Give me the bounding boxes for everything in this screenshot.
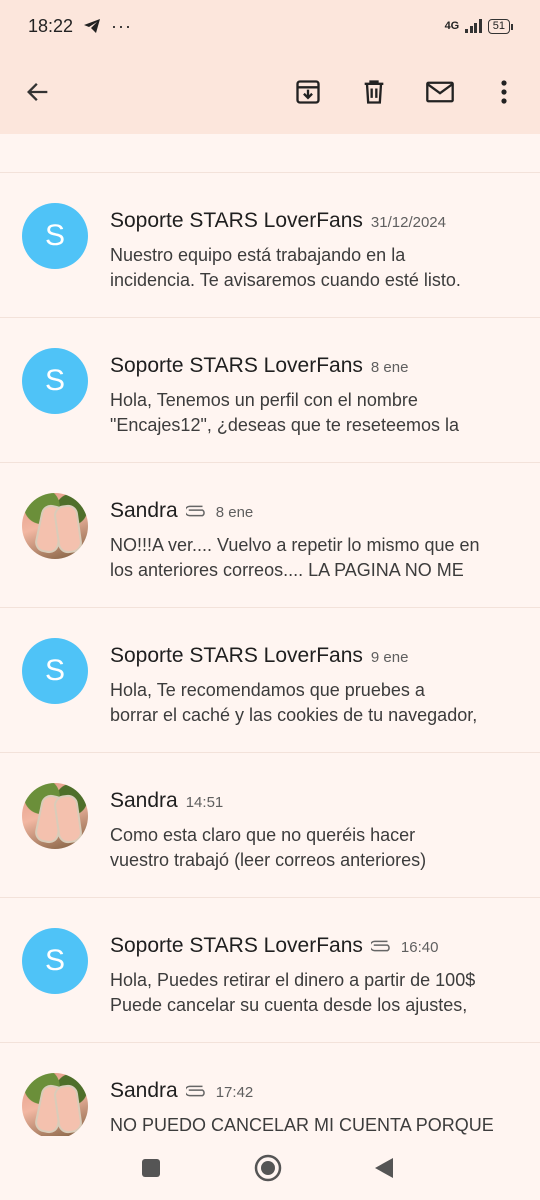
avatar[interactable]: S [22,203,88,269]
recents-square-icon [142,1159,160,1177]
back-arrow-icon [27,83,48,101]
more-options-button[interactable] [482,70,526,114]
avatar[interactable]: S [22,928,88,994]
avatar[interactable]: S [22,638,88,704]
top-app-bar [0,52,540,134]
message-date: 8 ene [215,504,254,521]
home-circle-icon [254,1154,282,1182]
attachment-clip-icon [185,1085,205,1097]
message-item[interactable]: S Soporte STARS LoverFans 9 ene Hola, Te… [0,608,540,753]
avatar-letter: S [44,944,65,977]
message-preview: Hola, Te recomendamos que pruebes a borr… [110,678,520,728]
sender-name: Sandra [110,499,178,522]
message-date: 9 ene [370,649,409,666]
message-preview: NO PUEDO CANCELAR MI CUENTA PORQUE [110,1113,520,1136]
archive-button[interactable] [286,70,330,114]
sender-name: Sandra [110,789,178,812]
preview-line-2: "Encajes12", ¿deseas que te reseteemos l… [110,415,459,435]
preview-line-2: incidencia. Te avisaremos cuando esté li… [110,270,461,290]
message-item[interactable]: S Soporte STARS LoverFans 8 ene Hola, Te… [0,318,540,463]
recents-button[interactable] [133,1150,169,1186]
avatar-letter: S [44,219,65,252]
message-item[interactable]: Sandra 8 ene NO!!!A ver.... Vuelvo a rep… [0,463,540,608]
avatar[interactable] [22,783,88,849]
message-thread-list[interactable]: S Soporte STARS LoverFans 31/12/2024 Nue… [0,134,540,1136]
sender-name: Soporte STARS LoverFans [110,644,363,667]
more-vert-icon [501,80,507,104]
message-date: 17:42 [215,1084,254,1101]
avatar-letter: S [44,654,65,687]
delete-icon [364,80,384,104]
preview-line-1: Hola, Puedes retirar el dinero a partir … [110,970,476,990]
preview-line-1: Nuestro equipo está trabajando en la [110,245,406,265]
message-item[interactable]: Sandra 14:51 Como esta claro que no quer… [0,753,540,898]
system-nav-bar [0,1136,540,1200]
preview-line-2: vuestro trabajó (leer correos anteriores… [110,850,427,870]
telegram-icon [84,19,101,33]
preview-line-1: Hola, Tenemos un perfil con el nombre [110,390,418,410]
message-item[interactable]: Sandra 17:42 NO PUEDO CANCELAR MI CUENTA… [0,1043,540,1136]
message-preview: Nuestro equipo está trabajando en la inc… [110,243,520,293]
mark-unread-button[interactable] [418,70,462,114]
signal-icon [465,19,482,33]
message-date: 16:40 [400,939,439,956]
mark-unread-icon [426,81,454,103]
home-button[interactable] [250,1150,286,1186]
archive-icon [296,80,320,104]
message-preview: Hola, Tenemos un perfil con el nombre "E… [110,388,520,438]
delete-button[interactable] [352,70,396,114]
message-date: 31/12/2024 [370,214,446,231]
sender-name: Soporte STARS LoverFans [110,354,363,377]
avatar-letter: S [44,364,65,397]
network-type: 4G [444,20,460,32]
back-button[interactable] [16,70,60,114]
avatar[interactable] [22,1073,88,1136]
status-bar: 18:22 ··· 4G 51 [0,0,540,52]
more-dots-icon: ··· [111,15,133,36]
message-date: 8 ene [370,359,409,376]
message-preview: Hola, Puedes retirar el dinero a partir … [110,968,520,1018]
preview-line-1: NO PUEDO CANCELAR MI CUENTA PORQUE [110,1115,494,1135]
attachment-clip-icon [370,940,390,952]
message-item[interactable]: S Soporte STARS LoverFans 16:40 Hola, Pu… [0,898,540,1043]
message-preview: NO!!!A ver.... Vuelvo a repetir lo mismo… [110,533,520,583]
preview-line-2: borrar el caché y las cookies de tu nave… [110,705,478,725]
preview-line-2: Puede cancelar su cuenta desde los ajust… [110,995,468,1015]
message-item[interactable]: S Soporte STARS LoverFans 31/12/2024 Nue… [0,173,540,318]
sender-name: Soporte STARS LoverFans [110,209,363,232]
back-triangle-icon [375,1158,393,1178]
message-date: 14:51 [185,794,224,811]
battery-level: 51 [492,19,505,32]
sender-name: Soporte STARS LoverFans [110,934,363,957]
list-top-spacer [0,134,540,172]
preview-line-1: NO!!!A ver.... Vuelvo a repetir lo mismo… [110,535,480,555]
preview-line-2: los anteriores correos.... LA PAGINA NO … [110,560,464,580]
battery-icon: 51 [487,18,514,34]
preview-line-1: Como esta claro que no queréis hacer [110,825,416,845]
avatar[interactable] [22,493,88,559]
sender-name: Sandra [110,1079,178,1102]
status-time: 18:22 [28,15,74,36]
preview-line-1: Hola, Te recomendamos que pruebes a [110,680,425,700]
message-preview: Como esta claro que no queréis hacer vue… [110,823,520,873]
avatar[interactable]: S [22,348,88,414]
nav-back-button[interactable] [366,1150,402,1186]
attachment-clip-icon [185,505,205,517]
